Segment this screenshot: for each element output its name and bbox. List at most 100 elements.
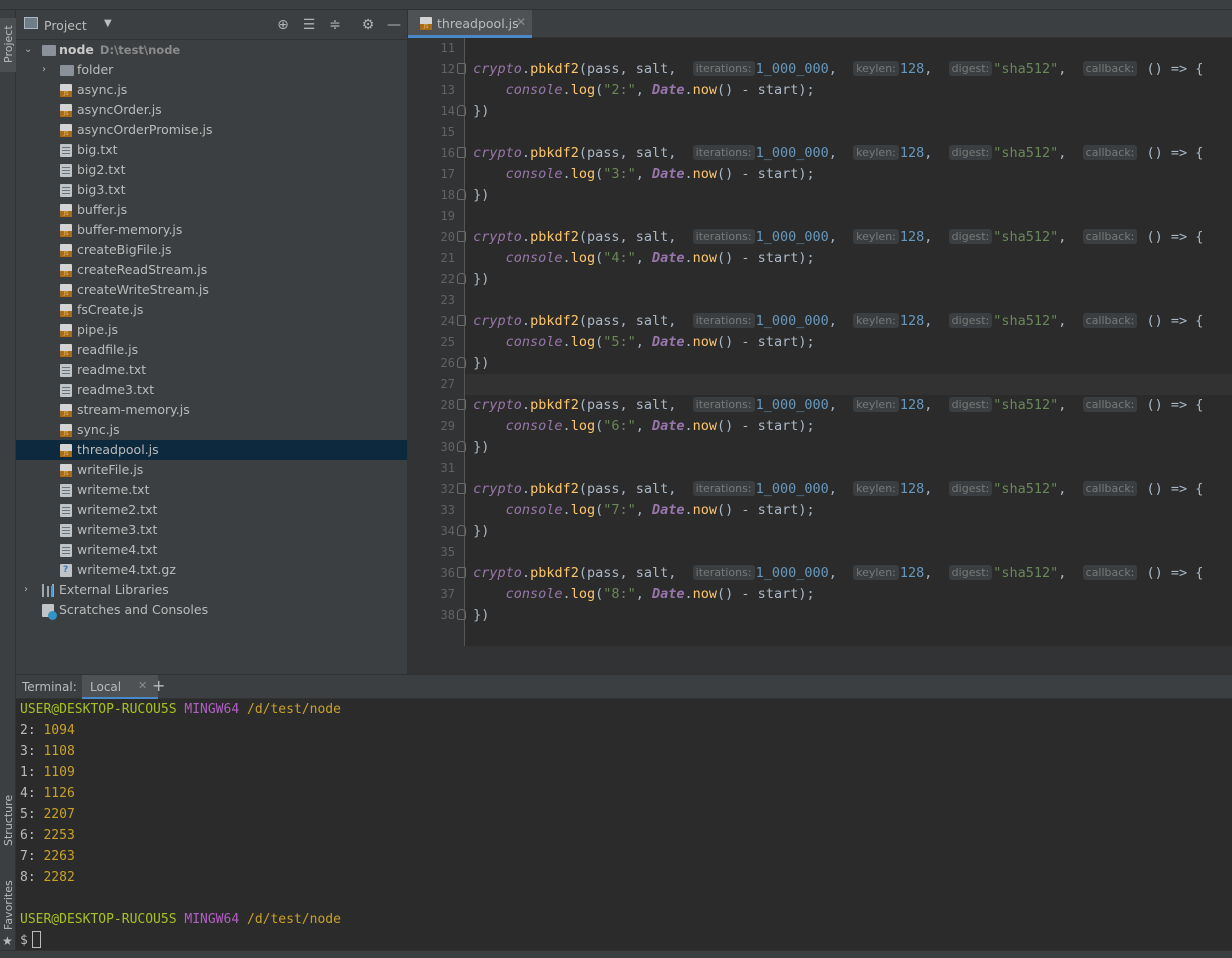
terminal-output[interactable]: USER@DESKTOP-RUCOU5S MINGW64 /d/test/nod… xyxy=(20,699,1228,951)
collapse-all-icon[interactable]: ≑ xyxy=(325,15,345,35)
js-file-icon xyxy=(60,84,72,97)
terminal-tab-bar: Terminal: Local ✕ + xyxy=(16,675,1232,699)
chevron-right-icon[interactable]: › xyxy=(24,580,28,600)
param-hint-digest: digest: xyxy=(948,397,993,412)
code-token-object: console xyxy=(505,502,563,518)
tree-file[interactable]: writeme.txt xyxy=(16,480,407,500)
code-area[interactable]: crypto.pbkdf2(pass, salt, iterations: 1_0… xyxy=(457,38,1232,646)
expand-all-icon[interactable]: ☰ xyxy=(299,15,319,35)
code-token-string: "4:" xyxy=(603,250,636,266)
fold-marker-icon[interactable] xyxy=(457,273,466,284)
fold-marker-icon[interactable] xyxy=(457,63,466,74)
param-hint-digest: digest: xyxy=(948,229,993,244)
tree-file[interactable]: writeme2.txt xyxy=(16,500,407,520)
tree-file[interactable]: writeme3.txt xyxy=(16,520,407,540)
gear-icon[interactable]: ⚙ xyxy=(358,15,378,35)
add-terminal-icon[interactable]: + xyxy=(152,676,165,695)
tree-external-libraries[interactable]: › External Libraries xyxy=(16,580,407,600)
close-icon[interactable]: ✕ xyxy=(516,15,526,29)
code-line: }) xyxy=(457,101,1232,122)
tree-file[interactable]: createBigFile.js xyxy=(16,240,407,260)
fold-marker-icon[interactable] xyxy=(457,483,466,494)
code-token-arrow: () => { xyxy=(1146,61,1204,77)
project-folder-icon xyxy=(24,17,38,29)
code-token-close: }) xyxy=(473,607,490,623)
tree-file[interactable]: buffer-memory.js xyxy=(16,220,407,240)
target-icon[interactable]: ⊕ xyxy=(273,15,293,35)
code-token-number: 128 xyxy=(899,565,925,581)
fold-marker-icon[interactable] xyxy=(457,315,466,326)
fold-marker-icon[interactable] xyxy=(457,189,466,200)
tree-item-label: writeFile.js xyxy=(77,462,144,477)
tree-file[interactable]: asyncOrder.js xyxy=(16,100,407,120)
line-number: 26 xyxy=(440,356,455,370)
tree-file[interactable]: writeme4.txt xyxy=(16,540,407,560)
tree-file[interactable]: stream-memory.js xyxy=(16,400,407,420)
tree-file[interactable]: asyncOrderPromise.js xyxy=(16,120,407,140)
code-token-object: Date xyxy=(652,586,685,602)
code-token-arrow: () => { xyxy=(1146,229,1204,245)
tree-file[interactable]: big3.txt xyxy=(16,180,407,200)
tree-file[interactable]: writeFile.js xyxy=(16,460,407,480)
fold-marker-icon[interactable] xyxy=(457,105,466,116)
tool-tab-project[interactable]: Project xyxy=(0,18,16,72)
param-hint-digest: digest: xyxy=(948,61,993,76)
fold-marker-icon[interactable] xyxy=(457,399,466,410)
tool-tab-structure[interactable]: Structure xyxy=(0,790,16,852)
minimize-icon[interactable]: — xyxy=(384,15,404,35)
fold-marker-icon[interactable] xyxy=(457,357,466,368)
fold-marker-icon[interactable] xyxy=(457,525,466,536)
tab-threadpool-js[interactable]: threadpool.js ✕ xyxy=(408,10,532,38)
code-token-string: "8:" xyxy=(603,586,636,602)
tree-file[interactable]: threadpool.js xyxy=(16,440,407,460)
fold-marker-icon[interactable] xyxy=(457,147,466,158)
tree-file[interactable]: big2.txt xyxy=(16,160,407,180)
param-hint-keylen: keylen: xyxy=(853,229,899,244)
tree-folder[interactable]: › folder xyxy=(16,60,407,80)
fold-marker-icon[interactable] xyxy=(457,231,466,242)
code-token-args: (pass, salt, xyxy=(578,481,685,497)
fold-marker-icon[interactable] xyxy=(457,441,466,452)
tree-file[interactable]: createReadStream.js xyxy=(16,260,407,280)
code-token-object: Date xyxy=(652,250,685,266)
fold-marker-icon[interactable] xyxy=(457,609,466,620)
tree-file[interactable]: readme3.txt xyxy=(16,380,407,400)
chevron-down-icon[interactable]: ⌄ xyxy=(24,40,32,60)
tree-file[interactable]: sync.js xyxy=(16,420,407,440)
tree-file[interactable]: big.txt xyxy=(16,140,407,160)
tree-item-label: stream-memory.js xyxy=(77,402,190,417)
tree-item-label: createWriteStream.js xyxy=(77,282,209,297)
code-token-string: "sha512" xyxy=(993,481,1059,497)
tree-file[interactable]: writeme4.txt.gz xyxy=(16,560,407,580)
terminal-tab-local[interactable]: Local ✕ xyxy=(82,675,158,699)
tree-root-node[interactable]: ⌄ node D:\test\node xyxy=(16,40,407,60)
tree-file[interactable]: fsCreate.js xyxy=(16,300,407,320)
fold-marker-icon[interactable] xyxy=(457,567,466,578)
tree-item-label: readme.txt xyxy=(77,362,147,377)
code-token-args: (pass, salt, xyxy=(578,229,685,245)
project-view-selector[interactable]: Project xyxy=(44,18,87,33)
terminal-input-line[interactable]: $ xyxy=(20,930,1228,951)
tree-scratches[interactable]: Scratches and Consoles xyxy=(16,600,407,620)
library-icon xyxy=(42,584,54,597)
tree-file[interactable]: pipe.js xyxy=(16,320,407,340)
code-token-function: log xyxy=(570,418,596,434)
close-icon[interactable]: ✕ xyxy=(138,679,147,692)
js-file-icon xyxy=(60,404,72,417)
code-token-object: console xyxy=(505,334,563,350)
chevron-down-icon[interactable]: ▼ xyxy=(104,18,112,29)
js-file-icon xyxy=(60,304,72,317)
line-number: 33 xyxy=(440,503,455,517)
code-line: console.log("8:", Date.now() - start); xyxy=(505,586,815,602)
tree-file[interactable]: readfile.js xyxy=(16,340,407,360)
tool-tab-favorites[interactable]: Favorites ★ xyxy=(0,878,16,948)
code-line: }) xyxy=(457,437,1232,458)
code-token-string: "sha512" xyxy=(993,397,1059,413)
tree-file[interactable]: createWriteStream.js xyxy=(16,280,407,300)
tree-file[interactable]: async.js xyxy=(16,80,407,100)
terminal-output-value: 1126 xyxy=(43,786,75,801)
tree-file[interactable]: buffer.js xyxy=(16,200,407,220)
chevron-right-icon[interactable]: › xyxy=(42,60,46,80)
tree-file[interactable]: readme.txt xyxy=(16,360,407,380)
